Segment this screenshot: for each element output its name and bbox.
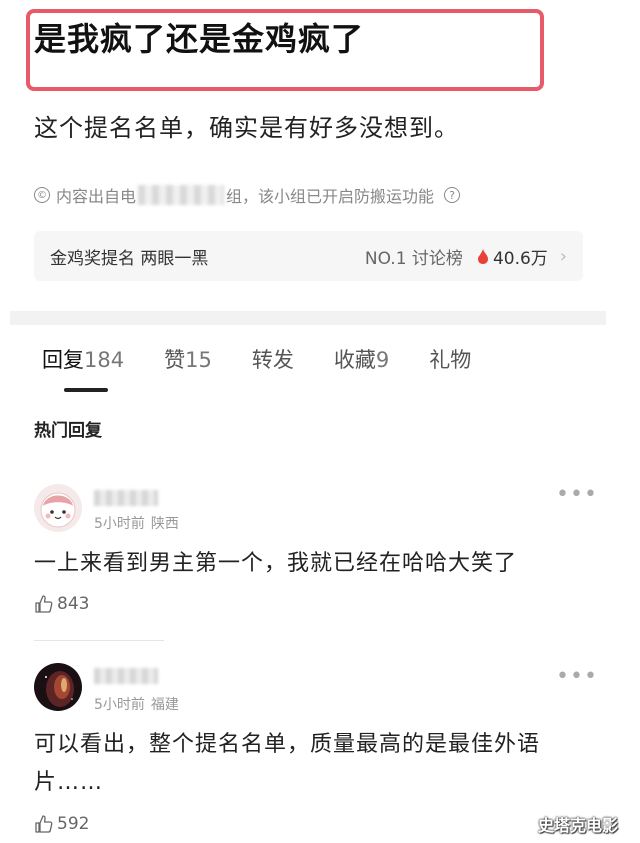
comment-location: 陕西 xyxy=(150,516,179,532)
comment-time: 5小时前 xyxy=(94,516,145,532)
redacted-username[interactable] xyxy=(94,668,158,684)
tab-replies[interactable]: 回复184 xyxy=(42,344,124,374)
tab-bar: 回复184 赞15 转发 收藏9 礼物 xyxy=(42,344,511,374)
tab-count: 15 xyxy=(185,348,212,372)
topic-stats: NO.1 讨论榜 40.6万 › xyxy=(365,244,567,269)
hot-count: 40.6万 xyxy=(492,248,548,269)
comment-text: 一上来看到男主第一个，我就已经在哈哈大笑了 xyxy=(34,551,518,576)
fire-icon xyxy=(477,248,488,264)
comment-divider xyxy=(34,640,164,641)
tab-gifts[interactable]: 礼物 xyxy=(429,344,471,374)
avatar-nebula-icon xyxy=(34,663,82,711)
watermark: 史塔克电影 xyxy=(538,816,619,835)
tab-label: 收藏 xyxy=(333,348,376,372)
avatar[interactable] xyxy=(34,663,82,711)
tab-label: 赞 xyxy=(164,348,186,372)
active-tab-indicator xyxy=(64,388,108,392)
section-divider xyxy=(10,311,606,325)
redacted-group-name xyxy=(138,185,225,205)
thumbs-up-icon xyxy=(35,815,53,833)
tab-count: 9 xyxy=(375,348,390,372)
tab-reposts[interactable]: 转发 xyxy=(252,344,294,374)
copyright-icon: © xyxy=(34,187,50,203)
like-count: 592 xyxy=(57,814,90,834)
comment-time: 5小时前 xyxy=(94,697,145,713)
tab-label: 礼物 xyxy=(429,348,472,372)
like-button[interactable]: 592 xyxy=(34,814,89,834)
more-options-icon[interactable]: ••• xyxy=(556,484,598,506)
source-notice: © 内容出自电 组，该小组已开启防搬运功能 ? xyxy=(34,183,461,207)
help-icon[interactable]: ? xyxy=(444,187,461,203)
tab-label: 回复 xyxy=(42,348,84,372)
avatar-face-icon xyxy=(34,484,82,532)
avatar[interactable] xyxy=(34,484,82,532)
post-body: 这个提名名单，确实是有好多没想到。 xyxy=(34,114,459,142)
tab-count: 184 xyxy=(84,348,125,372)
chevron-right-icon: › xyxy=(559,245,567,267)
tab-likes[interactable]: 赞15 xyxy=(164,344,212,374)
like-button[interactable]: 843 xyxy=(34,594,89,614)
source-prefix: 内容出自电 xyxy=(56,187,137,206)
comment-location: 福建 xyxy=(150,697,179,713)
comment-text: 可以看出，整个提名名单，质量最高的是最佳外语片…… xyxy=(34,732,541,795)
topic-name: 金鸡奖提名 两眼一黑 xyxy=(50,248,209,269)
like-count: 843 xyxy=(57,594,90,614)
comment-meta: 5小时前 福建 xyxy=(94,694,179,714)
tab-favorites[interactable]: 收藏9 xyxy=(334,344,389,374)
comment-meta: 5小时前 陕西 xyxy=(94,513,179,533)
thumbs-up-icon xyxy=(35,595,53,613)
redacted-username[interactable] xyxy=(94,490,158,506)
source-suffix: 组，该小组已开启防搬运功能 xyxy=(226,187,435,206)
hot-replies-heading: 热门回复 xyxy=(34,421,102,441)
post-title: 是我疯了还是金鸡疯了 xyxy=(34,20,365,58)
tab-label: 转发 xyxy=(251,348,294,372)
topic-rank: NO.1 讨论榜 xyxy=(364,248,463,269)
more-options-icon[interactable]: ••• xyxy=(556,666,598,688)
topic-bar[interactable]: 金鸡奖提名 两眼一黑 NO.1 讨论榜 40.6万 › xyxy=(34,231,583,281)
